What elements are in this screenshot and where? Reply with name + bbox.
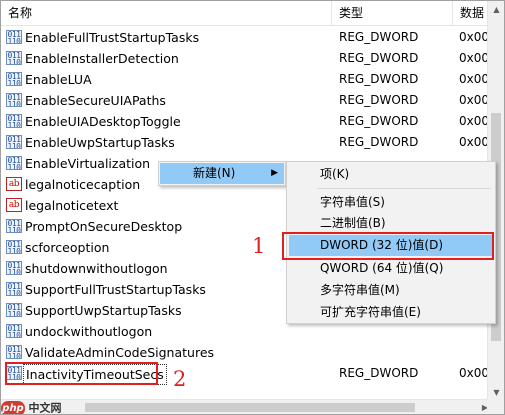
list-item[interactable]: 011 110 EnableInstallerDetection REG_DWORD 0…: [1, 48, 489, 69]
value-name: SupportFullTrustStartupTasks: [25, 282, 206, 297]
value-name: EnableFullTrustStartupTasks: [25, 30, 200, 45]
scroll-up-icon[interactable]: ▲: [488, 1, 504, 18]
annotation-step-2: 2: [173, 367, 187, 391]
reg-binary-icon: 011 110: [6, 240, 22, 254]
list-item[interactable]: 011 110 undockwithoutlogon: [1, 321, 489, 342]
submenu-item-binary-value[interactable]: 二进制值(B): [289, 213, 493, 234]
list-item[interactable]: 011 110 EnableUwpStartupTasks REG_DWORD 0x00: [1, 132, 489, 153]
value-type: REG_DWORD: [339, 135, 419, 149]
registry-values-pane: 名称 类型 数据 011 110 EnableFullTrustStartupTas…: [0, 0, 505, 415]
watermark-logo: php: [1, 400, 25, 414]
list-item[interactable]: 011 110 EnableFullTrustStartupTasks REG_DWO…: [1, 27, 489, 48]
annotation-step-1: 1: [252, 234, 266, 258]
submenu-item-string-value[interactable]: 字符串值(S): [289, 192, 493, 213]
value-name: EnableInstallerDetection: [25, 51, 179, 66]
value-name: shutdownwithoutlogon: [25, 261, 168, 276]
reg-binary-icon: 011 110: [6, 30, 22, 44]
value-type: REG_DWORD: [339, 93, 419, 107]
watermark: php 中文网: [1, 399, 101, 415]
value-data: 0x00: [459, 72, 490, 86]
reg-string-icon: ab: [6, 198, 22, 212]
value-data: 0x00: [459, 135, 490, 149]
value-name: PromptOnSecureDesktop: [25, 219, 183, 234]
reg-string-icon: ab: [6, 177, 22, 191]
list-item[interactable]: 011 110 EnableUIADesktopToggle REG_DWORD 0x0…: [1, 111, 489, 132]
value-data: 0x00: [459, 51, 490, 65]
value-type: REG_DWORD: [339, 51, 419, 65]
menu-item-new-label: 新建(N): [193, 166, 236, 180]
value-type: REG_DWORD: [339, 72, 419, 86]
reg-binary-icon: 011 110: [6, 219, 22, 233]
submenu-item-qword-value[interactable]: QWORD (64 位)值(Q): [289, 258, 493, 279]
value-name: SupportUwpStartupTasks: [25, 303, 182, 318]
column-header-type[interactable]: 类型: [332, 1, 453, 26]
value-name: ValidateAdminCodeSignatures: [25, 345, 215, 360]
submenu-item-label: QWORD (64 位)值(Q): [320, 261, 444, 275]
submenu-item-key[interactable]: 项(K): [289, 164, 493, 185]
value-name: EnableUIADesktopToggle: [25, 114, 181, 129]
menu-item-new[interactable]: 新建(N) ▶: [160, 163, 284, 184]
reg-binary-icon: 011 110: [6, 282, 22, 296]
reg-binary-icon: 011 110: [6, 72, 22, 86]
horizontal-scrollbar-thumb[interactable]: [85, 403, 415, 412]
reg-binary-icon: 011 110: [6, 93, 22, 107]
reg-binary-icon: 011 110: [6, 303, 22, 317]
reg-binary-icon: 011 110: [6, 345, 22, 359]
submenu-item-multi-string-value[interactable]: 多字符串值(M): [289, 280, 493, 301]
value-name: undockwithoutlogon: [25, 324, 153, 339]
context-menu: 新建(N) ▶: [158, 161, 286, 186]
value-name: EnableUwpStartupTasks: [25, 135, 175, 150]
value-type: REG_DWORD: [339, 366, 419, 380]
column-header-name[interactable]: 名称: [1, 1, 332, 26]
reg-binary-icon: 011 110: [6, 51, 22, 65]
reg-binary-icon: 011 110: [6, 135, 22, 149]
submenu-item-expandable-string-value[interactable]: 可扩充字符串值(E): [289, 302, 493, 323]
value-name: EnableSecureUIAPaths: [25, 93, 166, 108]
reg-binary-icon: 011 110: [6, 261, 22, 275]
value-type: REG_DWORD: [339, 30, 419, 44]
list-item[interactable]: 011 110 EnableSecureUIAPaths REG_DWORD 0x00: [1, 90, 489, 111]
value-name: EnableVirtualization: [25, 156, 151, 171]
reg-binary-icon: 011 110: [6, 114, 22, 128]
value-data: 0x00: [459, 30, 490, 44]
submenu-item-label: 二进制值(B): [320, 216, 386, 230]
submenu-item-label: 字符串值(S): [320, 195, 385, 209]
menu-separator: [317, 188, 491, 189]
value-data: 0x00: [459, 114, 490, 128]
list-item[interactable]: 011 110 EnableLUA REG_DWORD 0x00: [1, 69, 489, 90]
highlight-box-dword: [282, 232, 494, 260]
chevron-right-icon: ▶: [271, 168, 278, 178]
value-name: legalnoticetext: [25, 198, 119, 213]
submenu-item-label: 多字符串值(M): [320, 283, 400, 297]
watermark-text: 中文网: [28, 401, 62, 415]
value-data: 0x00: [459, 366, 490, 380]
value-type: REG_DWORD: [339, 114, 419, 128]
submenu-item-label: 可扩充字符串值(E): [320, 305, 421, 319]
value-data: 0x00: [459, 93, 490, 107]
column-header: 名称 类型 数据: [1, 1, 489, 26]
scrollbar-corner: [487, 399, 504, 414]
reg-binary-icon: 011 110: [6, 156, 22, 170]
value-name: EnableLUA: [25, 72, 92, 87]
reg-binary-icon: 011 110: [6, 324, 22, 338]
value-name: legalnoticecaption: [25, 177, 141, 192]
list-item[interactable]: 011 110 ValidateAdminCodeSignatures: [1, 342, 489, 363]
value-name: scforceoption: [25, 240, 110, 255]
submenu-item-label: 项(K): [320, 167, 350, 181]
highlight-box-new-value: [5, 362, 158, 385]
